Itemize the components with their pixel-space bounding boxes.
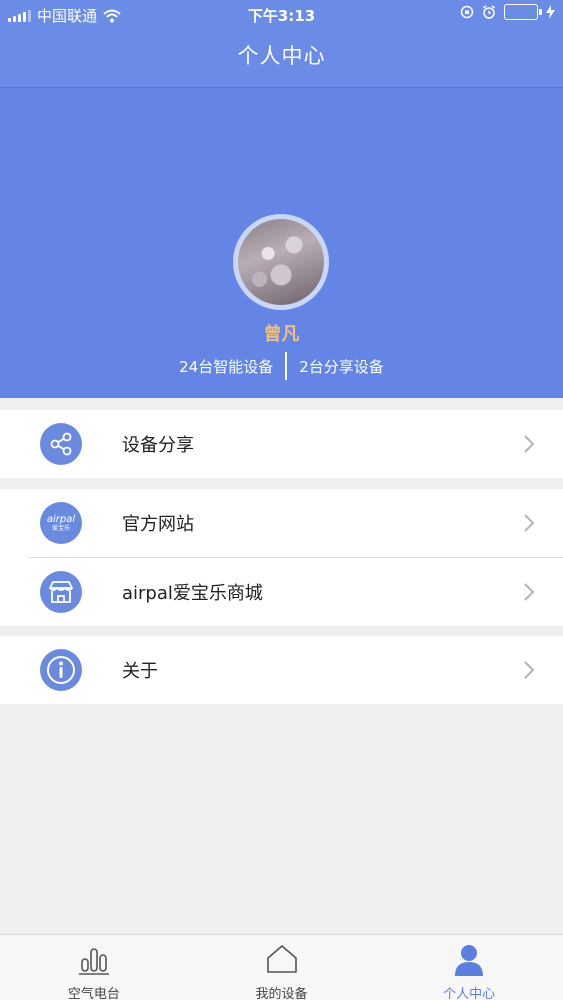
menu-item-about[interactable]: 关于	[0, 636, 563, 704]
smart-devices-count[interactable]: 24台智能设备	[179, 356, 273, 377]
tab-label-my-devices: 我的设备	[255, 987, 308, 1000]
tab-profile[interactable]: 个人中心	[375, 935, 563, 1000]
status-bar: 中国联通 下午3:13	[0, 0, 563, 28]
home-icon	[266, 945, 297, 973]
menu-label-device-share: 设备分享	[122, 435, 194, 456]
menu-group-links: airpal 爱宝乐 官方网站 airpal爱宝乐商城	[0, 489, 563, 626]
chevron-right-icon	[524, 661, 535, 679]
tab-bar: 空气电台 我的设备 个人中心	[0, 934, 563, 1000]
rotation-lock-icon	[460, 5, 474, 19]
menu-item-official-site[interactable]: airpal 爱宝乐 官方网站	[0, 489, 563, 557]
charging-icon	[546, 5, 555, 19]
airpal-logo-icon: airpal 爱宝乐	[40, 502, 82, 544]
info-icon	[40, 649, 82, 691]
airpal-logo-sub: 爱宝乐	[51, 524, 70, 532]
top-bar: 中国联通 下午3:13 个人中心	[0, 0, 563, 88]
menu-label-shop: airpal爱宝乐商城	[122, 583, 263, 604]
airpal-logo-text: airpal	[46, 513, 76, 525]
battery-icon	[504, 4, 542, 20]
chevron-right-icon	[524, 435, 535, 453]
status-right	[460, 4, 555, 20]
tab-air-radio[interactable]: 空气电台	[0, 935, 188, 1000]
store-icon	[40, 571, 82, 613]
stats-divider	[285, 352, 288, 380]
device-stats: 24台智能设备 2台分享设备	[0, 352, 563, 380]
avatar-photo	[238, 219, 324, 305]
alarm-icon	[483, 5, 495, 19]
tab-my-devices[interactable]: 我的设备	[188, 935, 376, 1000]
tab-label-profile: 个人中心	[443, 987, 496, 1000]
shared-devices-count[interactable]: 2台分享设备	[299, 356, 384, 377]
menu-item-device-share[interactable]: 设备分享	[0, 410, 563, 478]
share-icon	[40, 423, 82, 465]
user-name: 曾凡	[263, 324, 300, 345]
person-icon	[455, 945, 484, 976]
tab-label-air-radio: 空气电台	[67, 987, 120, 1000]
menu-group-about: 关于	[0, 636, 563, 704]
chevron-right-icon	[524, 514, 535, 532]
avatar[interactable]	[233, 214, 329, 310]
chevron-right-icon	[524, 583, 535, 601]
menu-group-share: 设备分享	[0, 410, 563, 478]
profile-banner: 曾凡 24台智能设备 2台分享设备	[0, 88, 563, 398]
menu-label-official-site: 官方网站	[122, 514, 194, 535]
bar-chart-icon	[78, 948, 109, 975]
menu-item-shop[interactable]: airpal爱宝乐商城	[0, 558, 563, 626]
menu-label-about: 关于	[122, 661, 158, 682]
page-title: 个人中心	[237, 44, 326, 68]
